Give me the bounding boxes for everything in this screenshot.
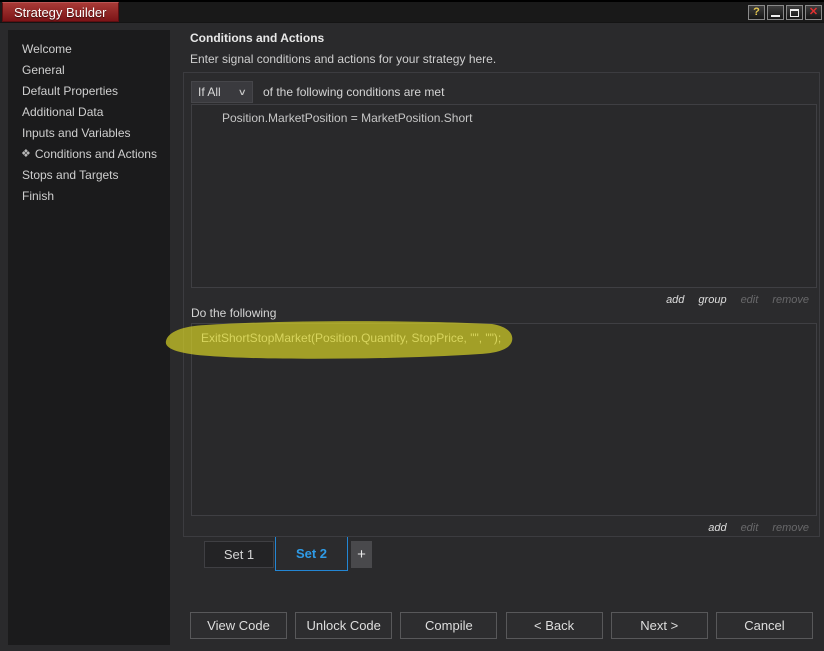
conditions-remove-link: remove (772, 294, 809, 306)
help-button[interactable]: ? (748, 5, 765, 20)
action-item[interactable]: ExitShortStopMarket(Position.Quantity, S… (192, 324, 816, 345)
sidebar-item-label: General (22, 62, 65, 77)
tab-label: Set 2 (295, 546, 328, 561)
condition-mode-suffix: of the following conditions are met (263, 85, 445, 99)
window-title: Strategy Builder (2, 2, 119, 22)
wizard-step-sidebar: Welcome General Default Properties Addit… (8, 30, 170, 645)
close-icon: ✕ (808, 6, 819, 18)
tab-set-2-selected[interactable]: Set 2 (275, 537, 348, 571)
conditions-group-link[interactable]: group (698, 294, 726, 308)
close-button[interactable]: ✕ (805, 5, 822, 20)
sidebar-item-finish[interactable]: Finish (8, 185, 170, 206)
sidebar-item-label: Stops and Targets (22, 167, 119, 182)
maximize-button[interactable] (786, 5, 803, 20)
sidebar-item-label: Additional Data (22, 104, 104, 119)
sidebar-item-label: Welcome (22, 41, 72, 56)
sidebar-item-conditions-and-actions[interactable]: ❖ Conditions and Actions (8, 143, 170, 164)
four-diamonds-icon: ❖ (21, 148, 31, 160)
sidebar-item-label: Inputs and Variables (22, 125, 131, 140)
maximize-icon (790, 8, 799, 17)
strategy-builder-window: { "window": { "title": "Strategy Builder… (0, 0, 824, 651)
condition-mode-row: If All ∨ of the following conditions are… (191, 81, 811, 103)
sidebar-item-label: Finish (22, 188, 55, 203)
conditions-add-link[interactable]: add (666, 294, 684, 308)
sidebar-item-inputs-and-variables[interactable]: Inputs and Variables (8, 122, 170, 143)
back-button[interactable]: < Back (505, 612, 603, 639)
page-description: Enter signal conditions and actions for … (190, 52, 497, 66)
next-button[interactable]: Next > (610, 612, 708, 639)
actions-link-row: add edit remove (708, 522, 809, 536)
compile-button[interactable]: Compile (400, 612, 498, 639)
sidebar-item-stops-and-targets[interactable]: Stops and Targets (8, 164, 170, 185)
minimize-icon (771, 15, 780, 17)
cancel-button[interactable]: Cancel (715, 612, 813, 639)
actions-listbox[interactable]: ExitShortStopMarket(Position.Quantity, S… (191, 323, 817, 516)
actions-add-link[interactable]: add (708, 522, 726, 536)
title-bar[interactable]: Strategy Builder ? ✕ (0, 0, 824, 23)
view-code-button[interactable]: View Code (190, 612, 287, 639)
sidebar-item-label: Conditions and Actions (34, 146, 157, 161)
conditions-listbox[interactable]: Position.MarketPosition = MarketPosition… (191, 104, 817, 288)
wizard-step-list: Welcome General Default Properties Addit… (8, 30, 170, 206)
add-set-tab-button[interactable]: + (351, 541, 372, 568)
conditions-link-row: add group edit remove (666, 294, 809, 308)
actions-edit-link: edit (740, 522, 759, 534)
condition-set-panel: If All ∨ of the following conditions are… (183, 72, 820, 537)
sidebar-item-general[interactable]: General (8, 59, 170, 80)
sidebar-item-label: Default Properties (22, 83, 119, 98)
conditions-edit-link: edit (740, 294, 759, 306)
condition-item[interactable]: Position.MarketPosition = MarketPosition… (192, 105, 816, 125)
actions-remove-link: remove (772, 522, 809, 534)
window-controls: ? ✕ (748, 5, 822, 20)
sidebar-item-additional-data[interactable]: Additional Data (8, 101, 170, 122)
plus-icon: + (357, 546, 366, 563)
sidebar-item-welcome[interactable]: Welcome (8, 38, 170, 59)
unlock-code-button[interactable]: Unlock Code (295, 612, 393, 639)
dialog-button-row: View Code Unlock Code Compile < Back Nex… (190, 612, 813, 639)
sidebar-item-default-properties[interactable]: Default Properties (8, 80, 170, 101)
minimize-button[interactable] (767, 5, 784, 20)
page-title: Conditions and Actions (190, 31, 325, 45)
chevron-down-icon: ∨ (238, 86, 248, 97)
help-icon: ? (753, 6, 760, 18)
condition-mode-dropdown[interactable]: If All ∨ (191, 81, 253, 103)
tab-label: Set 1 (223, 547, 255, 562)
actions-section-label: Do the following (191, 306, 277, 320)
tab-set-1[interactable]: Set 1 (204, 541, 274, 568)
condition-mode-value: If All (198, 85, 221, 99)
